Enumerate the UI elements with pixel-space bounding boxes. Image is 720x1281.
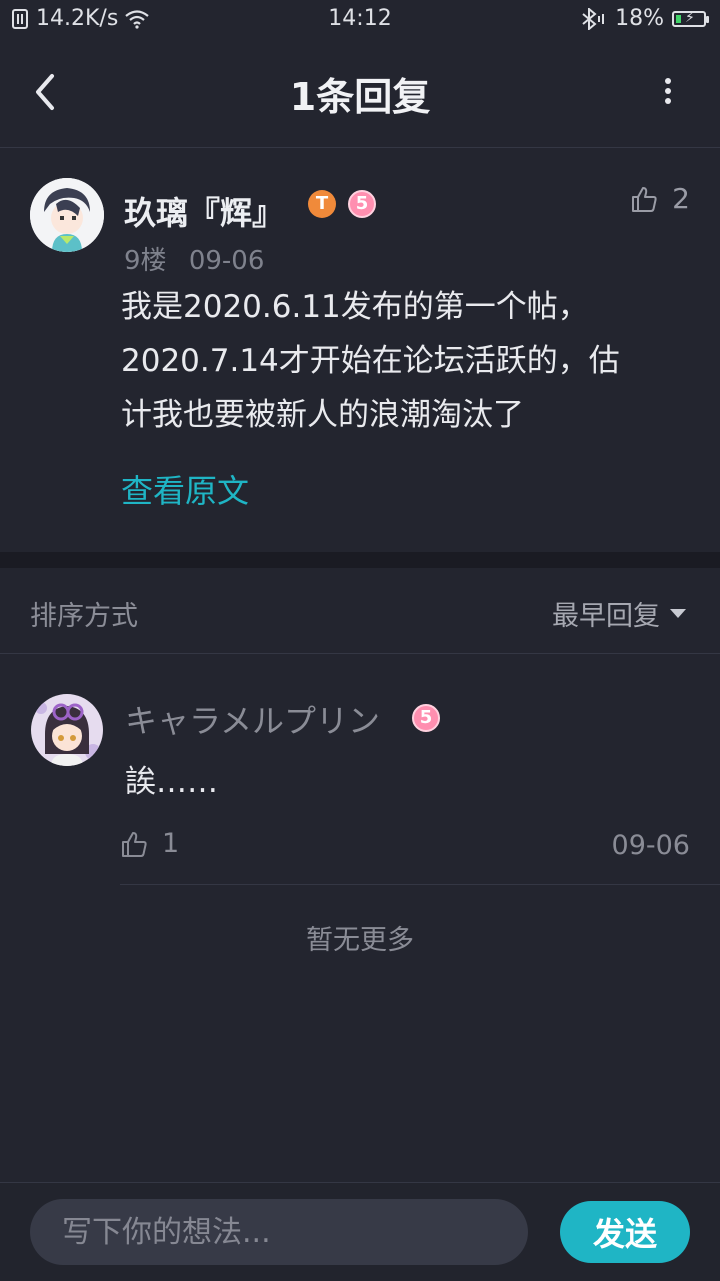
reply-item: キャラメルプリン 5 誒…… 1 09-06	[0, 656, 720, 886]
level-badge: 5	[348, 190, 376, 218]
sort-label: 排序方式	[30, 601, 138, 632]
reply-content: 誒……	[125, 764, 218, 800]
post-content: 我是2020.6.11发布的第一个帖， 2020.7.14才开始在论坛活跃的，估…	[121, 280, 681, 442]
post-like-count: 2	[672, 182, 690, 215]
avatar[interactable]	[30, 178, 104, 252]
reply-like-button[interactable]: 1	[120, 828, 179, 859]
thumbs-up-icon	[122, 831, 147, 857]
post-author-name[interactable]: 玖璃『辉』	[124, 188, 284, 234]
reply-date: 09-06	[611, 830, 690, 861]
no-more-text: 暂无更多	[306, 925, 414, 956]
level-badge: 5	[412, 704, 440, 732]
sort-divider	[0, 653, 720, 654]
battery-icon: ⚡	[672, 10, 709, 27]
section-separator	[0, 552, 720, 568]
post-meta: 9楼 09-06	[124, 240, 278, 277]
post-content-line: 计我也要被新人的浪潮淘汰了	[121, 397, 524, 433]
status-bar: 14.2K/s 14:12 18% ⚡	[0, 0, 720, 38]
bluetooth-icon	[582, 7, 605, 30]
battery-fill	[676, 14, 681, 23]
reply-like-count: 1	[162, 828, 180, 859]
sort-value: 最早回复	[552, 601, 660, 632]
caret-down-icon	[670, 609, 686, 618]
comment-input[interactable]	[30, 1199, 528, 1265]
thumbs-up-icon	[632, 186, 657, 212]
battery-percent: 18%	[615, 6, 664, 31]
sort-dropdown[interactable]: 最早回复	[552, 594, 686, 633]
send-button[interactable]: 发送	[560, 1201, 690, 1263]
reply-divider	[120, 884, 720, 885]
main-post: 玖璃『辉』 T 5 2 9楼 09-06 我是2020.6.11发布的第一个帖，…	[0, 148, 720, 550]
post-date: 09-06	[188, 246, 265, 276]
view-original-link[interactable]: 查看原文	[121, 466, 249, 512]
post-content-line: 2020.7.14才开始在论坛活跃的，估	[121, 343, 620, 379]
avatar[interactable]	[31, 694, 103, 766]
reply-author-name[interactable]: キャラメルプリン	[125, 696, 380, 742]
post-like-button[interactable]: 2	[630, 182, 690, 215]
sort-row: 排序方式 最早回复	[0, 568, 720, 654]
post-content-line: 我是2020.6.11发布的第一个帖，	[121, 289, 589, 325]
comment-composer: 发送	[0, 1182, 720, 1281]
page-title: 1条回复	[289, 75, 431, 119]
top-app-bar: 1条回复	[0, 40, 720, 144]
vip-badge: T	[308, 190, 336, 218]
floor-number: 9楼	[124, 246, 167, 276]
more-options-icon[interactable]	[658, 74, 678, 114]
